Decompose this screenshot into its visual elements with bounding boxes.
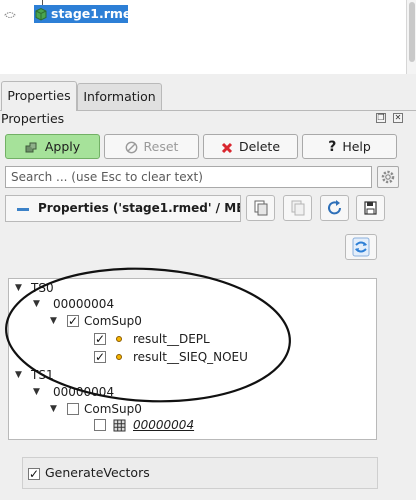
eye-icon[interactable] <box>4 11 16 19</box>
paste-button[interactable] <box>283 195 312 221</box>
copy-icon <box>254 200 268 216</box>
apply-label: Apply <box>44 139 81 154</box>
refresh-properties-button[interactable] <box>320 195 349 221</box>
checkbox-result-sieq-noeu[interactable] <box>94 349 106 365</box>
paste-icon <box>291 200 305 216</box>
reset-button[interactable]: Reset <box>104 134 199 159</box>
expand-arrow-icon[interactable]: ▼ <box>15 367 22 383</box>
field-dot-icon <box>116 336 122 342</box>
reload-icon <box>352 237 370 257</box>
tree-label: ComSup0 <box>84 402 142 416</box>
tab-information[interactable]: Information <box>77 83 162 110</box>
search-input[interactable] <box>5 166 372 188</box>
field-selection-tree[interactable]: ▼ TS0 ▼ 00000004 ▼ ComSup0 result__DEPL … <box>8 278 377 440</box>
delete-x-icon <box>221 142 233 153</box>
generate-vectors-option[interactable]: GenerateVectors <box>22 457 378 489</box>
dataset-icon <box>35 7 47 21</box>
tree-label: TS1 <box>31 368 54 382</box>
apply-button[interactable]: Apply <box>5 134 100 159</box>
tree-label: 00000004 <box>53 385 115 399</box>
checkbox-result-depl[interactable] <box>94 331 106 347</box>
gear-icon <box>381 170 395 184</box>
tree-label: TS0 <box>31 281 54 295</box>
properties-section-title: Properties ('stage1.rmed' / MED Re <box>38 201 240 215</box>
tree-label: 00000004 <box>133 418 195 432</box>
reload-button[interactable] <box>345 234 377 260</box>
collapse-icon[interactable] <box>17 208 29 211</box>
search-settings-button[interactable] <box>377 166 399 188</box>
tree-label: result__SIEQ_NOEU <box>133 350 248 364</box>
reset-icon <box>125 141 137 154</box>
reset-label: Reset <box>143 139 179 154</box>
generate-vectors-checkbox[interactable] <box>28 466 40 482</box>
copy-button[interactable] <box>246 195 275 221</box>
help-label: Help <box>342 139 371 154</box>
checkbox-ts0-sup[interactable] <box>67 313 79 329</box>
close-dock-icon[interactable]: ✕ <box>393 113 403 123</box>
pipeline-scrollbar[interactable] <box>406 0 416 74</box>
field-dot-icon <box>116 354 122 360</box>
tab-properties[interactable]: Properties <box>1 81 77 111</box>
properties-section-header[interactable]: Properties ('stage1.rmed' / MED Re <box>5 195 241 222</box>
expand-arrow-icon[interactable]: ▼ <box>33 384 40 400</box>
save-button[interactable] <box>356 195 385 221</box>
delete-label: Delete <box>238 139 281 154</box>
expand-arrow-icon[interactable]: ▼ <box>33 296 40 312</box>
question-icon: ? <box>328 139 337 155</box>
tree-label: 00000004 <box>53 297 115 311</box>
mesh-grid-icon <box>113 419 126 432</box>
tree-label: ComSup0 <box>84 314 142 328</box>
pipeline-browser: stage1.rmed <box>0 0 416 74</box>
expand-arrow-icon[interactable]: ▼ <box>15 280 22 296</box>
help-button[interactable]: ? Help <box>302 134 397 159</box>
checkbox-ts1-mesh[interactable] <box>94 419 106 431</box>
expand-arrow-icon[interactable]: ▼ <box>50 401 57 417</box>
float-dock-icon[interactable]: ❐ <box>376 113 386 123</box>
refresh-icon <box>328 200 341 215</box>
checkbox-ts1-sup[interactable] <box>67 403 79 415</box>
expand-arrow-icon[interactable]: ▼ <box>50 313 57 329</box>
dock-title: Properties <box>1 111 65 126</box>
apply-icon <box>25 142 37 153</box>
generate-vectors-label: GenerateVectors <box>45 465 150 480</box>
save-icon <box>364 201 377 215</box>
pipeline-source-item[interactable]: stage1.rmed <box>34 5 140 23</box>
delete-button[interactable]: Delete <box>203 134 298 159</box>
scrollbar-thumb[interactable] <box>409 2 415 62</box>
tree-label: result__DEPL <box>133 332 210 346</box>
